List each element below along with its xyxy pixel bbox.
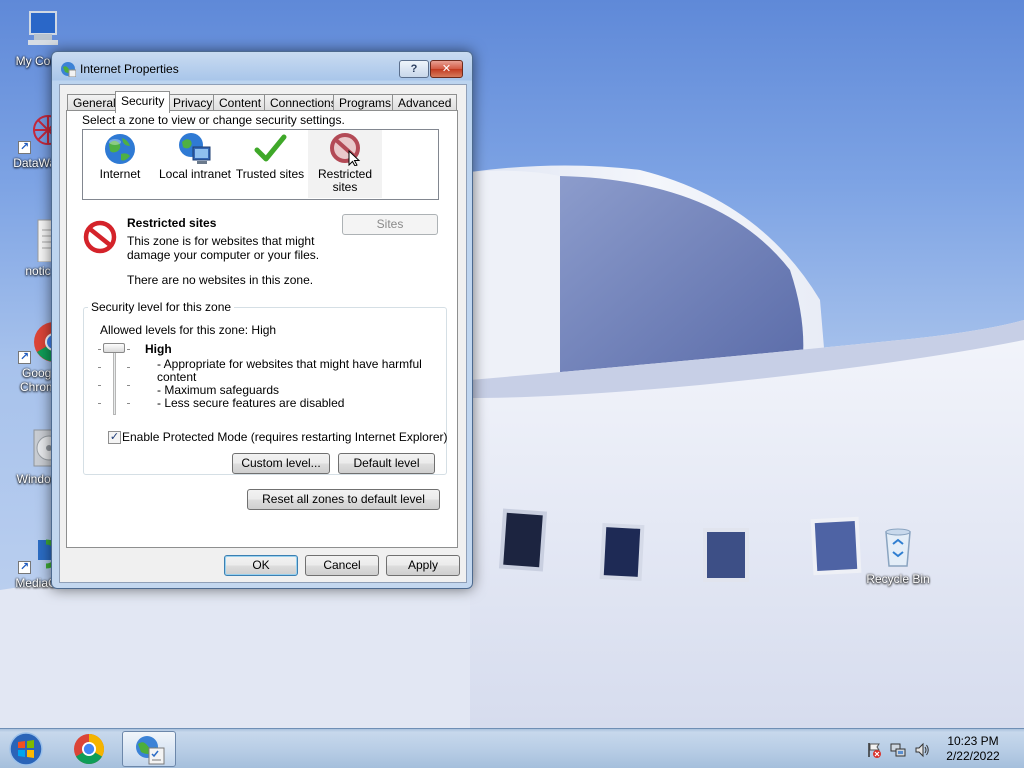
clock-date: 2/22/2022 [946, 749, 1000, 763]
protected-mode-checkbox[interactable]: ✓ [108, 431, 121, 444]
reset-all-zones-button[interactable]: Reset all zones to default level [247, 489, 440, 510]
zone-description-line1: This zone is for websites that might [127, 234, 315, 248]
zone-prompt: Select a zone to view or change security… [82, 113, 345, 127]
apply-button[interactable]: Apply [386, 555, 460, 576]
security-level-desc-1: - Appropriate for websites that might ha… [157, 357, 422, 371]
shortcut-arrow-icon: ↗ [18, 561, 31, 574]
zone-description-line2: damage your computer or your files. [127, 248, 320, 262]
protected-mode-label[interactable]: Enable Protected Mode (requires restarti… [122, 430, 448, 444]
taskbar-chrome[interactable] [62, 731, 116, 767]
window-title: Internet Properties [80, 62, 179, 76]
slider-tick [127, 367, 130, 368]
help-button[interactable]: ? [399, 60, 429, 78]
zone-trusted-sites[interactable]: Trusted sites [233, 130, 307, 198]
title-bar[interactable]: Internet Properties ? ✕ [52, 52, 472, 84]
dialog-client-area: General Security Privacy Content Connect… [59, 84, 467, 583]
ok-button[interactable]: OK [224, 555, 298, 576]
taskbar-internet-options[interactable] [122, 731, 176, 767]
security-level-slider-track[interactable] [113, 345, 116, 415]
internet-options-icon [136, 736, 165, 765]
taskbar-clock[interactable]: 10:23 PM 2/22/2022 [938, 734, 1008, 764]
close-icon: ✕ [441, 63, 452, 75]
network-icon[interactable] [890, 742, 906, 758]
security-tab-panel: Select a zone to view or change security… [66, 110, 458, 548]
clock-time: 10:23 PM [947, 734, 999, 748]
default-level-button[interactable]: Default level [338, 453, 435, 474]
start-button[interactable] [6, 731, 46, 767]
windows-logo-icon [9, 732, 43, 766]
checkmark-icon: ✓ [109, 431, 120, 443]
restricted-zone-large-icon [83, 220, 117, 254]
restricted-icon [83, 220, 117, 254]
slider-tick [98, 385, 101, 386]
slider-tick [98, 403, 101, 404]
recycle-bin-icon [876, 526, 920, 570]
allowed-levels-label: Allowed levels for this zone: High [100, 323, 277, 337]
action-center-flag-icon[interactable] [866, 742, 882, 758]
slider-tick [127, 349, 130, 350]
shortcut-arrow-icon: ↗ [18, 351, 31, 364]
intranet-icon [178, 132, 212, 166]
tab-security[interactable]: Security [115, 91, 171, 113]
cancel-button[interactable]: Cancel [305, 555, 379, 576]
slider-tick [98, 349, 101, 350]
sites-button[interactable]: Sites [342, 214, 438, 235]
security-level-desc-2: content [157, 370, 197, 384]
security-level-slider-thumb[interactable] [103, 343, 125, 353]
slider-tick [127, 403, 130, 404]
slider-tick [127, 385, 130, 386]
taskbar: 10:23 PM 2/22/2022 [0, 728, 1024, 768]
custom-level-button[interactable]: Custom level... [232, 453, 330, 474]
security-level-name: High [145, 342, 172, 356]
internet-options-icon [60, 61, 77, 78]
zone-sites-info: There are no websites in this zone. [127, 273, 314, 287]
restricted-icon [328, 132, 362, 167]
chrome-icon [74, 734, 105, 765]
desktop-icon-recycle-bin[interactable]: Recycle Bin [860, 526, 936, 586]
volume-icon[interactable] [914, 742, 930, 758]
zone-internet[interactable]: Internet [83, 130, 157, 198]
zone-restricted-sites[interactable]: Restricted sites [308, 130, 382, 198]
shortcut-arrow-icon: ↗ [18, 141, 31, 154]
internet-properties-window: Internet Properties ? ✕ General Security… [51, 51, 473, 589]
globe-icon [103, 132, 137, 166]
security-level-desc-4: - Less secure features are disabled [157, 396, 345, 410]
slider-tick [98, 367, 101, 368]
close-button[interactable]: ✕ [430, 60, 463, 78]
checkmark-icon [253, 132, 287, 166]
security-level-desc-3: - Maximum safeguards [157, 383, 280, 397]
zone-local-intranet[interactable]: Local intranet [158, 130, 232, 198]
security-level-group-title: Security level for this zone [88, 300, 235, 314]
zone-list: Internet Local intranet Trusted sites Re… [82, 129, 439, 200]
zone-title: Restricted sites [127, 216, 217, 230]
computer-icon [16, 8, 60, 52]
